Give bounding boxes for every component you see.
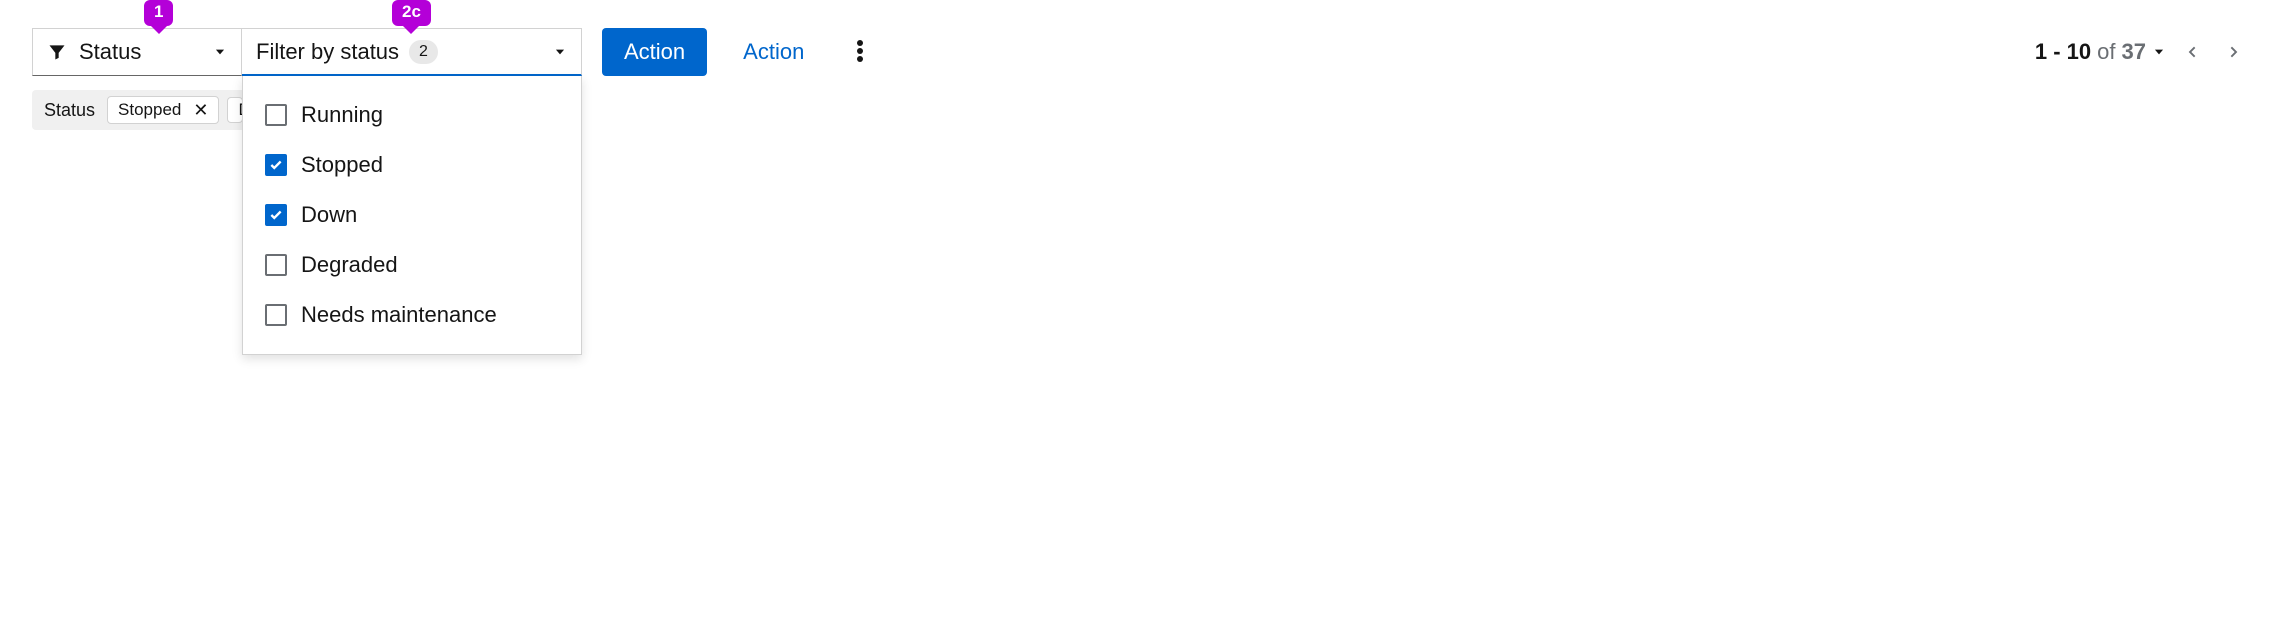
status-option-label: Stopped <box>301 152 383 178</box>
status-filter-dropdown: Running Stopped Down Degraded Needs maintena… <box>242 76 582 355</box>
chip-label: Stopped <box>118 100 181 120</box>
checkbox[interactable] <box>265 304 287 326</box>
kebab-menu-button[interactable] <box>836 28 884 76</box>
chip-group-status: Status Stopped ✕ D <box>32 90 251 130</box>
status-option-label: Degraded <box>301 252 398 278</box>
chip-stopped: Stopped ✕ <box>107 96 219 124</box>
status-option[interactable]: Degraded <box>243 240 581 290</box>
status-option-label: Needs maintenance <box>301 302 497 328</box>
annotation-callout-2c: 2c <box>392 0 431 26</box>
status-option[interactable]: Down <box>243 190 581 240</box>
chevron-left-icon <box>2184 41 2200 63</box>
pagination-end: 10 <box>2067 39 2091 64</box>
status-option-label: Running <box>301 102 383 128</box>
kebab-icon <box>856 39 864 66</box>
caret-down-icon <box>2152 45 2166 59</box>
close-icon: ✕ <box>193 100 208 120</box>
status-filter-label: Filter by status <box>256 39 399 65</box>
pagination-range-toggle[interactable]: 1 - 10 of 37 <box>2035 39 2166 65</box>
annotation-callout-1-label: 1 <box>154 2 163 21</box>
status-option-label: Down <box>301 202 357 228</box>
status-filter-count-badge: 2 <box>409 40 438 64</box>
pagination: 1 - 10 of 37 <box>2035 33 2250 71</box>
status-option[interactable]: Running <box>243 90 581 140</box>
annotation-callout-1: 1 <box>144 0 173 26</box>
primary-action-button[interactable]: Action <box>602 28 707 76</box>
toolbar: 1 2c Status Filter by status 2 RunningSt… <box>32 28 2250 76</box>
caret-down-icon <box>213 45 227 59</box>
pagination-of: of <box>2097 39 2115 65</box>
chip-group-label: Status <box>40 100 99 121</box>
filter-icon <box>47 42 67 62</box>
status-filter-select[interactable]: Filter by status 2 <box>242 28 582 76</box>
chip-remove-button[interactable]: ✕ <box>187 99 214 121</box>
checkbox[interactable] <box>265 204 287 226</box>
annotation-callout-2c-label: 2c <box>402 2 421 21</box>
secondary-action-button[interactable]: Action <box>721 28 826 76</box>
pagination-prev-button[interactable] <box>2176 33 2208 71</box>
attribute-select-label: Status <box>79 39 201 65</box>
pagination-total: 37 <box>2122 39 2146 64</box>
status-filter-wrap: Filter by status 2 RunningStoppedDownDeg… <box>242 28 582 76</box>
checkbox[interactable] <box>265 104 287 126</box>
pagination-next-button[interactable] <box>2218 33 2250 71</box>
pagination-start: 1 <box>2035 39 2047 64</box>
attribute-select[interactable]: Status <box>32 28 242 76</box>
checkbox[interactable] <box>265 254 287 276</box>
chevron-right-icon <box>2226 41 2242 63</box>
status-option[interactable]: Stopped <box>243 140 581 190</box>
checkbox[interactable] <box>265 154 287 176</box>
status-option[interactable]: Needs maintenance <box>243 290 581 340</box>
caret-down-icon <box>553 45 567 59</box>
